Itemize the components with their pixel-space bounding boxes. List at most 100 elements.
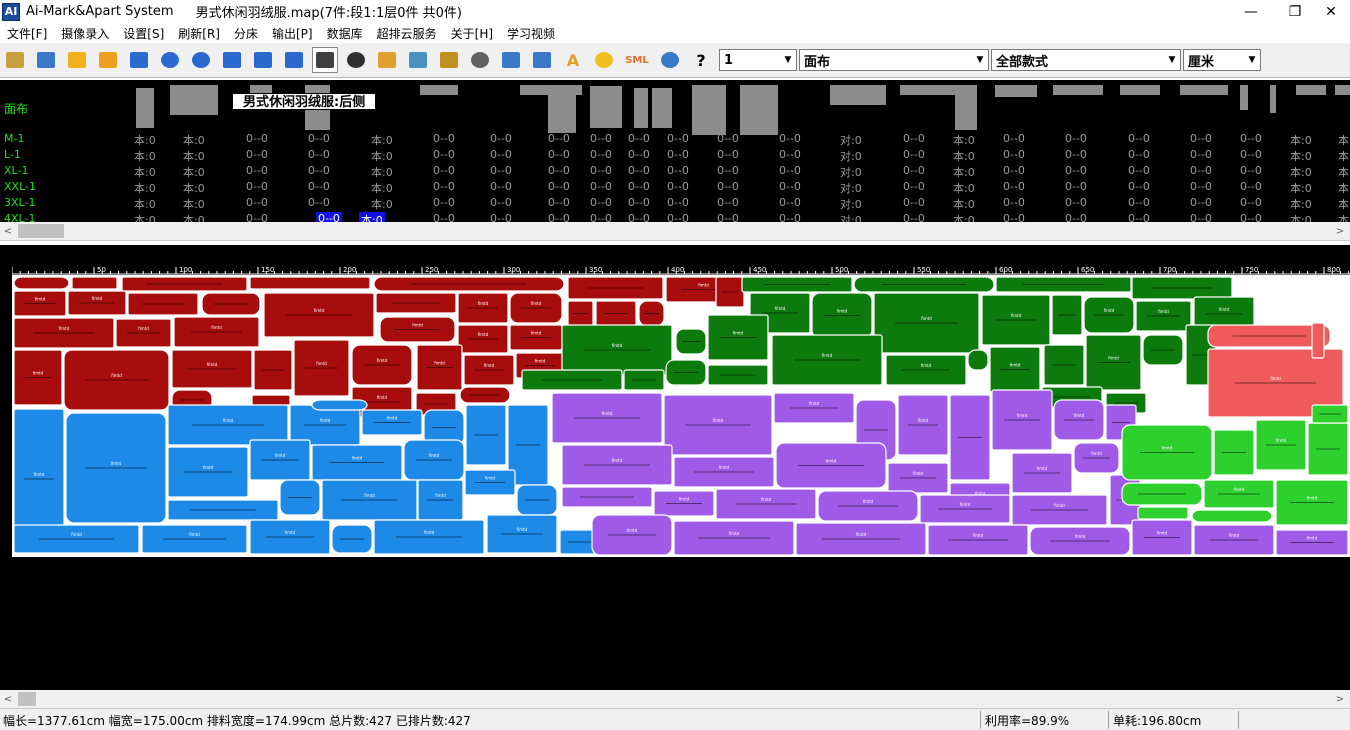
size-quantity-cell[interactable]: 0--0 xyxy=(717,148,739,161)
marker-piece[interactable]: fimtd xyxy=(673,456,775,488)
marker-piece[interactable]: fimtd xyxy=(464,469,516,496)
marker-piece[interactable]: fimtd xyxy=(249,439,311,481)
piece-thumbnail[interactable] xyxy=(1240,85,1248,110)
size-quantity-cell[interactable]: 本:0 xyxy=(371,164,393,180)
marker-piece[interactable] xyxy=(167,499,279,521)
size-quantity-cell[interactable]: 0--0 xyxy=(1190,196,1212,209)
size-quantity-cell[interactable]: 本:0 xyxy=(1290,132,1312,148)
marker-piece[interactable]: fimtd xyxy=(141,524,248,554)
size-quantity-cell[interactable]: 0--0 xyxy=(667,180,689,193)
layer-select[interactable]: 1 ▼ xyxy=(719,49,797,71)
size-quantity-cell[interactable]: 0--0 xyxy=(903,132,925,145)
size-quantity-cell[interactable]: 0--0 xyxy=(590,132,612,145)
marker-piece[interactable]: fimtd xyxy=(1121,424,1213,481)
cloud-button[interactable] xyxy=(529,47,555,73)
marker-piece[interactable]: fimtd xyxy=(653,490,715,517)
size-quantity-cell[interactable]: 0--0 xyxy=(433,196,455,209)
marker-piece[interactable]: fimtd xyxy=(897,394,949,456)
marker-piece[interactable]: fimtd xyxy=(1011,452,1073,494)
size-quantity-cell[interactable]: 本:0 xyxy=(1338,196,1350,212)
size-quantity-cell[interactable]: 对:0 xyxy=(840,164,862,180)
size-quantity-cell[interactable]: 0--0 xyxy=(1190,164,1212,177)
size-quantity-cell[interactable]: 0--0 xyxy=(590,148,612,161)
zoom-button[interactable] xyxy=(219,47,245,73)
size-quantity-cell[interactable]: 0--0 xyxy=(1128,164,1150,177)
marker-piece[interactable] xyxy=(1137,506,1189,520)
menu-item[interactable]: 设置[S] xyxy=(116,25,171,42)
marker-piece[interactable] xyxy=(567,300,594,327)
size-quantity-cell[interactable]: 0--0 xyxy=(1128,148,1150,161)
plane-button[interactable] xyxy=(33,47,59,73)
marker-piece[interactable]: fimtd xyxy=(379,316,456,343)
size-quantity-cell[interactable]: 0--0 xyxy=(548,164,570,177)
marker-piece[interactable] xyxy=(521,369,623,391)
size-quantity-cell[interactable]: 0--0 xyxy=(1190,180,1212,193)
marker-piece[interactable]: fimtd xyxy=(167,446,249,498)
marker-piece[interactable] xyxy=(201,292,261,316)
size-quantity-cell[interactable]: 本:0 xyxy=(183,132,205,148)
marker-piece[interactable] xyxy=(623,369,665,391)
size-quantity-cell[interactable]: 0--0 xyxy=(548,180,570,193)
size-quantity-cell[interactable]: 0--0 xyxy=(1003,212,1025,222)
marker-piece[interactable]: fimtd xyxy=(715,488,817,520)
size-quantity-cell[interactable]: 0--0 xyxy=(903,212,925,222)
marker-piece[interactable]: fimtd xyxy=(351,344,413,386)
marker-piece[interactable]: fimtd xyxy=(321,479,418,521)
marker-piece[interactable]: fimtd xyxy=(989,346,1041,393)
piece-thumbnail[interactable] xyxy=(652,88,672,128)
size-quantity-cell[interactable]: 0--0 xyxy=(490,180,512,193)
size-quantity-cell[interactable]: 本:0 xyxy=(1338,164,1350,180)
piece-thumbnail[interactable] xyxy=(590,86,622,128)
size-quantity-cell[interactable]: 本:0 xyxy=(371,196,393,212)
size-quantity-cell[interactable]: 0--0 xyxy=(1065,132,1087,145)
piece-thumbnail[interactable] xyxy=(170,85,218,115)
size-quantity-cell[interactable]: 本:0 xyxy=(953,164,975,180)
size-quantity-cell[interactable]: 对:0 xyxy=(840,196,862,212)
scroll-left-icon[interactable]: < xyxy=(0,690,16,708)
piece-thumbnail[interactable] xyxy=(548,88,576,133)
size-quantity-cell[interactable]: 0--0 xyxy=(316,212,342,222)
piece-thumbnail[interactable] xyxy=(1120,85,1160,95)
size-quantity-cell[interactable]: 0--0 xyxy=(628,164,650,177)
size-quantity-cell[interactable]: 0--0 xyxy=(1190,212,1212,222)
size-quantity-cell[interactable]: 0--0 xyxy=(779,164,801,177)
size-quantity-cell[interactable]: 0--0 xyxy=(628,180,650,193)
marker-piece[interactable]: fimtd xyxy=(263,292,375,338)
menu-item[interactable]: 数据库 xyxy=(320,25,370,42)
globe-button[interactable] xyxy=(657,47,683,73)
marker-piece[interactable]: fimtd xyxy=(416,344,463,391)
size-quantity-cell[interactable]: 0--0 xyxy=(1128,196,1150,209)
size-quantity-cell[interactable]: 0--0 xyxy=(490,132,512,145)
size-quantity-cell[interactable]: 0--0 xyxy=(1065,180,1087,193)
marker-piece[interactable]: fimtd xyxy=(991,389,1053,451)
size-quantity-cell[interactable]: 0--0 xyxy=(1003,164,1025,177)
size-quantity-cell[interactable]: 0--0 xyxy=(490,164,512,177)
size-quantity-cell[interactable]: 本:0 xyxy=(134,212,156,222)
size-quantity-cell[interactable]: 本:0 xyxy=(1338,212,1350,222)
marker-piece[interactable]: fimtd xyxy=(173,316,260,348)
marker-piece[interactable]: fimtd xyxy=(1053,399,1105,441)
piece-thumbnail[interactable] xyxy=(740,85,778,135)
marker-piece[interactable]: fimtd xyxy=(13,349,63,406)
marker-piece[interactable] xyxy=(707,364,769,386)
size-quantity-cell[interactable]: 0--0 xyxy=(779,212,801,222)
size-quantity-cell[interactable]: 本:0 xyxy=(953,196,975,212)
marker-piece[interactable] xyxy=(375,292,457,314)
size-quantity-cell[interactable]: 0--0 xyxy=(1065,212,1087,222)
size-quantity-cell[interactable]: 0--0 xyxy=(548,212,570,222)
sml-button[interactable]: SML xyxy=(622,47,652,73)
size-quantity-cell[interactable]: 本:0 xyxy=(1338,180,1350,196)
size-panel-scrollbar[interactable]: < > xyxy=(0,222,1350,240)
marker-piece[interactable] xyxy=(1131,276,1233,300)
marker-piece[interactable] xyxy=(995,276,1132,293)
marker-piece[interactable]: fimtd xyxy=(887,462,949,494)
size-quantity-cell[interactable]: 0--0 xyxy=(1240,132,1262,145)
size-quantity-cell[interactable]: 0--0 xyxy=(433,212,455,222)
marker-layout[interactable]: fimtd fimtd fimtd fimtd fimtd fimtd fimtd fimtd… xyxy=(12,275,1350,557)
size-quantity-cell[interactable]: 0--0 xyxy=(308,148,330,161)
size-quantity-cell[interactable]: 本:0 xyxy=(953,132,975,148)
size-quantity-cell[interactable]: 0--0 xyxy=(717,164,739,177)
size-quantity-cell[interactable]: 0--0 xyxy=(717,196,739,209)
size-quantity-cell[interactable]: 0--0 xyxy=(779,196,801,209)
marker-piece[interactable] xyxy=(251,394,291,406)
